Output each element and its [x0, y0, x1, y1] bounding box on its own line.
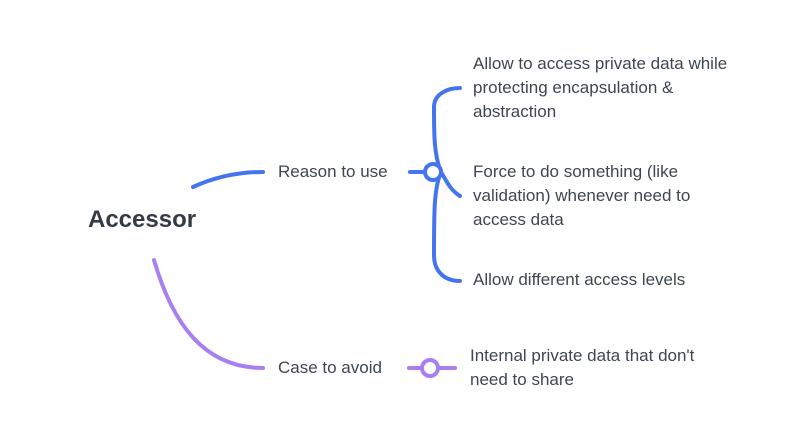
root-to-avoid-connector: [152, 258, 265, 370]
reason-node-marker[interactable]: [423, 162, 443, 182]
reason-middle-connector: [439, 170, 462, 198]
reason-leaf-different-access-levels[interactable]: Allow different access levels: [473, 268, 753, 292]
reason-lower-connector: [431, 170, 462, 283]
avoid-node-marker[interactable]: [420, 358, 440, 378]
reason-leaf-access-private-data[interactable]: Allow to access private data while prote…: [473, 52, 773, 124]
branch-label-reason-to-use[interactable]: Reason to use: [278, 160, 388, 184]
root-to-reason-connector: [191, 170, 265, 189]
root-node-label[interactable]: Accessor: [88, 204, 196, 236]
reason-upper-connector: [431, 86, 462, 174]
mind-map-canvas: Accessor Reason to use Case to avoid All…: [0, 0, 811, 447]
reason-leaf-force-validation[interactable]: Force to do something (like validation) …: [473, 160, 753, 232]
avoid-leaf-internal-private-data[interactable]: Internal private data that don't need to…: [470, 344, 770, 392]
branch-label-case-to-avoid[interactable]: Case to avoid: [278, 356, 382, 380]
